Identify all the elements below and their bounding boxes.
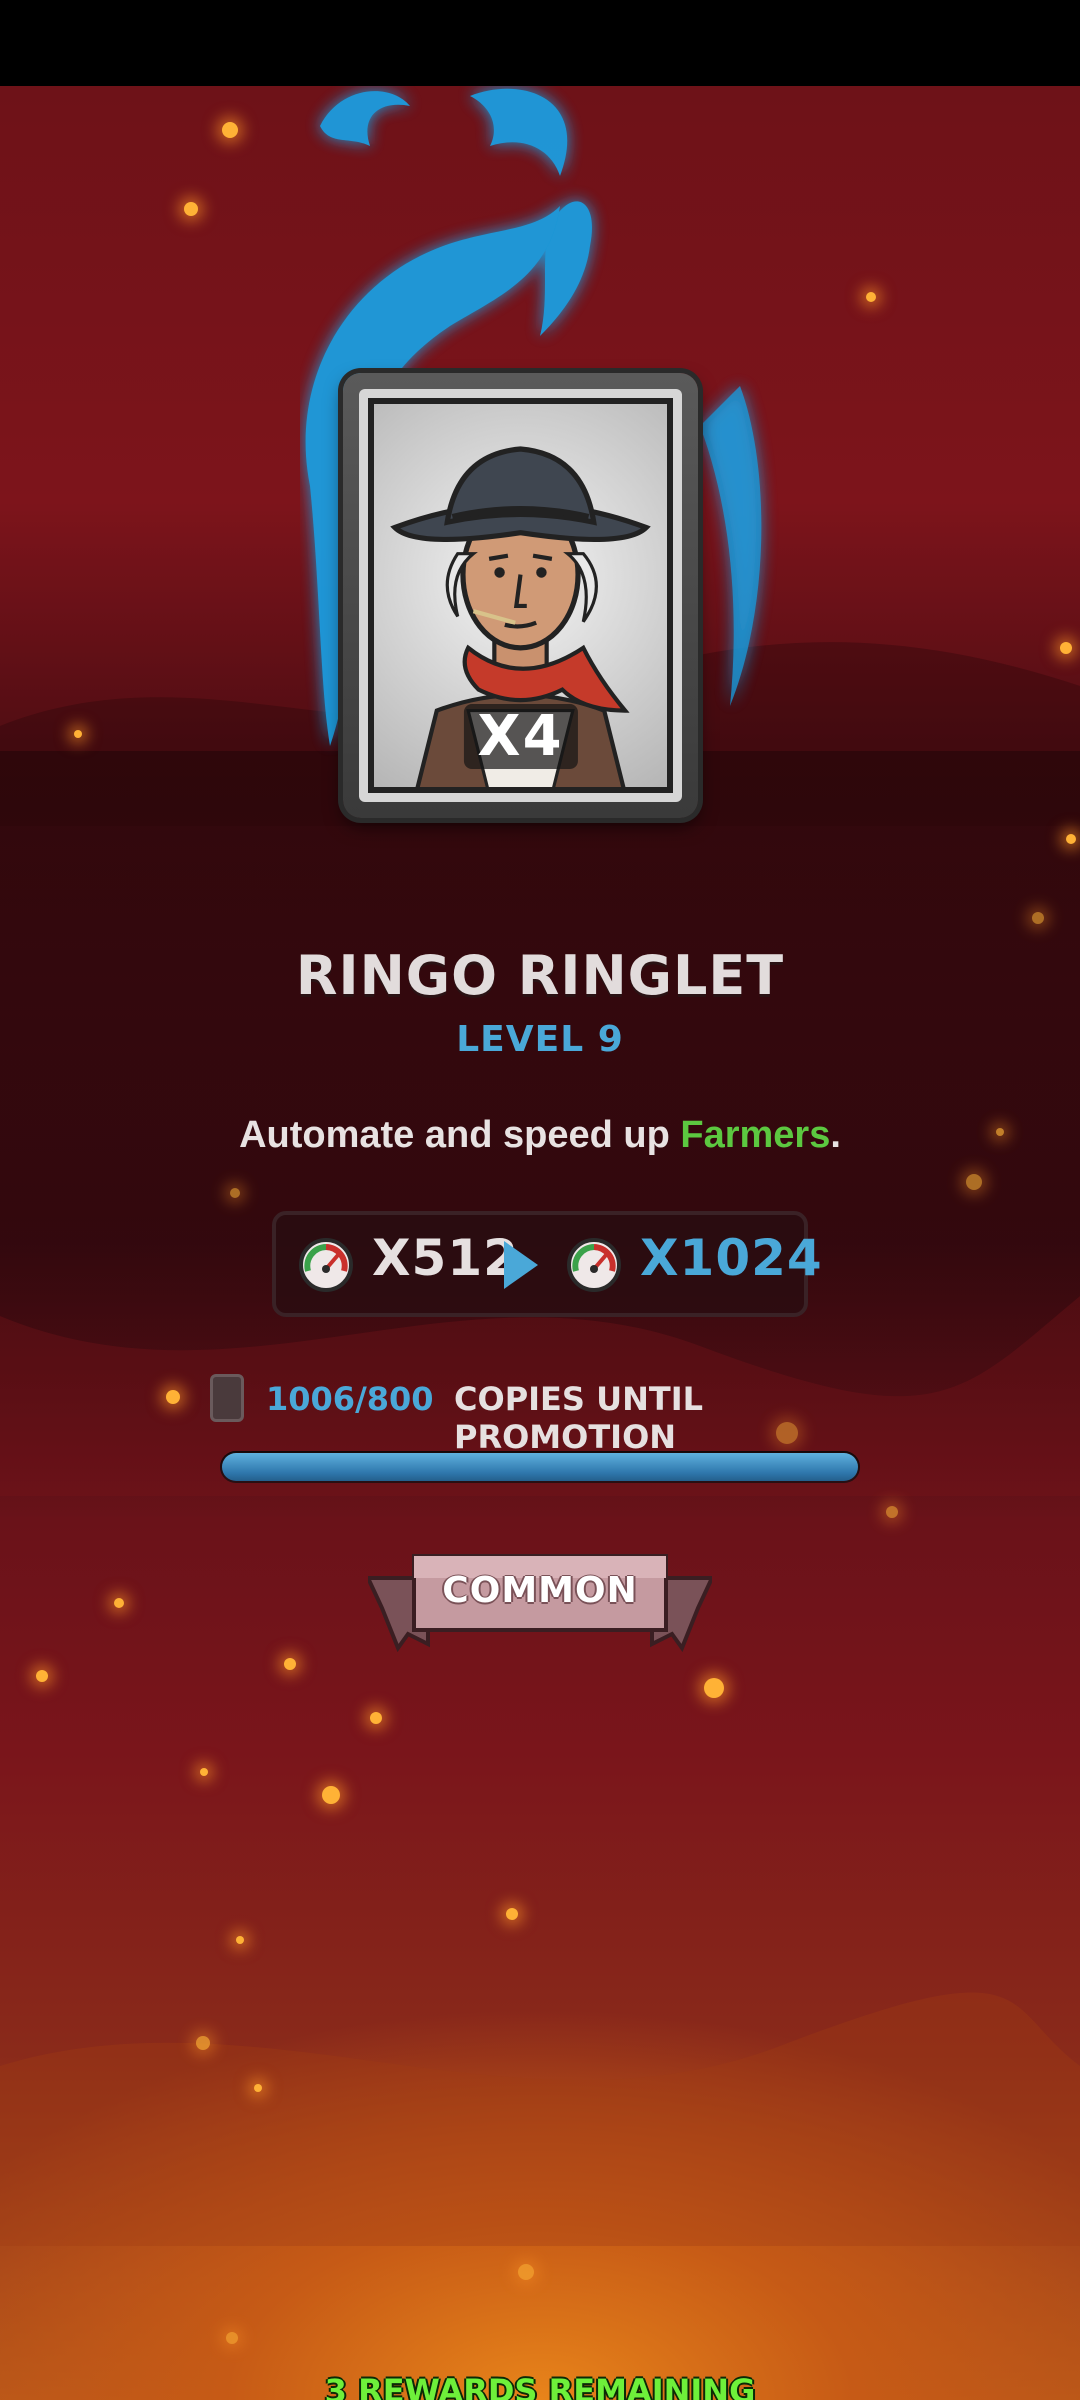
speed-gauge-icon <box>299 1238 353 1292</box>
ember-particle <box>1060 642 1072 654</box>
status-bar <box>0 0 1080 86</box>
rarity-label: COMMON <box>442 1570 638 1611</box>
copies-count: 1006/800 <box>266 1380 434 1418</box>
background-wave <box>0 1992 1080 2246</box>
ember-particle <box>518 2264 534 2280</box>
speed-gauge-icon <box>567 1238 621 1292</box>
ember-particle <box>506 1908 518 1920</box>
ember-particle <box>226 2332 238 2344</box>
ember-particle <box>704 1678 724 1698</box>
ember-particle <box>74 730 82 738</box>
ember-particle <box>230 1188 240 1198</box>
ember-particle <box>222 122 238 138</box>
rewards-remaining[interactable]: 3 REWARDS REMAINING <box>0 2372 1080 2400</box>
promotion-row: 1006/800 COPIES UNTIL PROMOTION <box>210 1372 910 1456</box>
ember-particle <box>866 292 876 302</box>
ember-particle <box>254 2084 262 2092</box>
ember-particle <box>1066 834 1076 844</box>
description-highlight: Farmers <box>680 1114 831 1156</box>
card-copies-icon <box>210 1374 244 1422</box>
description-suffix: . <box>830 1114 841 1156</box>
hero-portrait: X4 <box>368 398 673 793</box>
hero-description: Automate and speed up Farmers. <box>0 1114 1080 1157</box>
ember-particle <box>236 1936 244 1944</box>
copies-label: COPIES UNTIL PROMOTION <box>454 1380 703 1456</box>
multiplier-panel: X512 X1024 <box>272 1211 822 1317</box>
ember-particle <box>1032 912 1044 924</box>
promotion-progress-bar <box>220 1451 860 1483</box>
ember-particle <box>36 1670 48 1682</box>
hero-card: X4 <box>343 373 698 818</box>
ember-particle <box>184 202 198 216</box>
multiplier-next: X1024 <box>640 1229 823 1287</box>
description-prefix: Automate and speed up <box>239 1114 681 1156</box>
ember-particle <box>886 1506 898 1518</box>
hero-name: RINGO RINGLET <box>295 944 785 1007</box>
ember-particle <box>370 1712 382 1724</box>
card-count-badge: X4 <box>463 704 578 769</box>
ember-particle <box>196 2036 210 2050</box>
multiplier-current: X512 <box>372 1229 519 1287</box>
ember-particle <box>322 1786 340 1804</box>
ember-particle <box>284 1658 296 1670</box>
ember-particle <box>200 1768 208 1776</box>
reward-screen[interactable]: X4 RINGO RINGLET LEVEL 9 Automate and sp… <box>0 86 1080 2400</box>
arrow-right-icon <box>504 1241 538 1289</box>
ember-particle <box>966 1174 982 1190</box>
promotion-progress-fill <box>222 1453 858 1481</box>
ember-particle <box>166 1390 180 1404</box>
hero-level: LEVEL 9 <box>456 1019 624 1060</box>
